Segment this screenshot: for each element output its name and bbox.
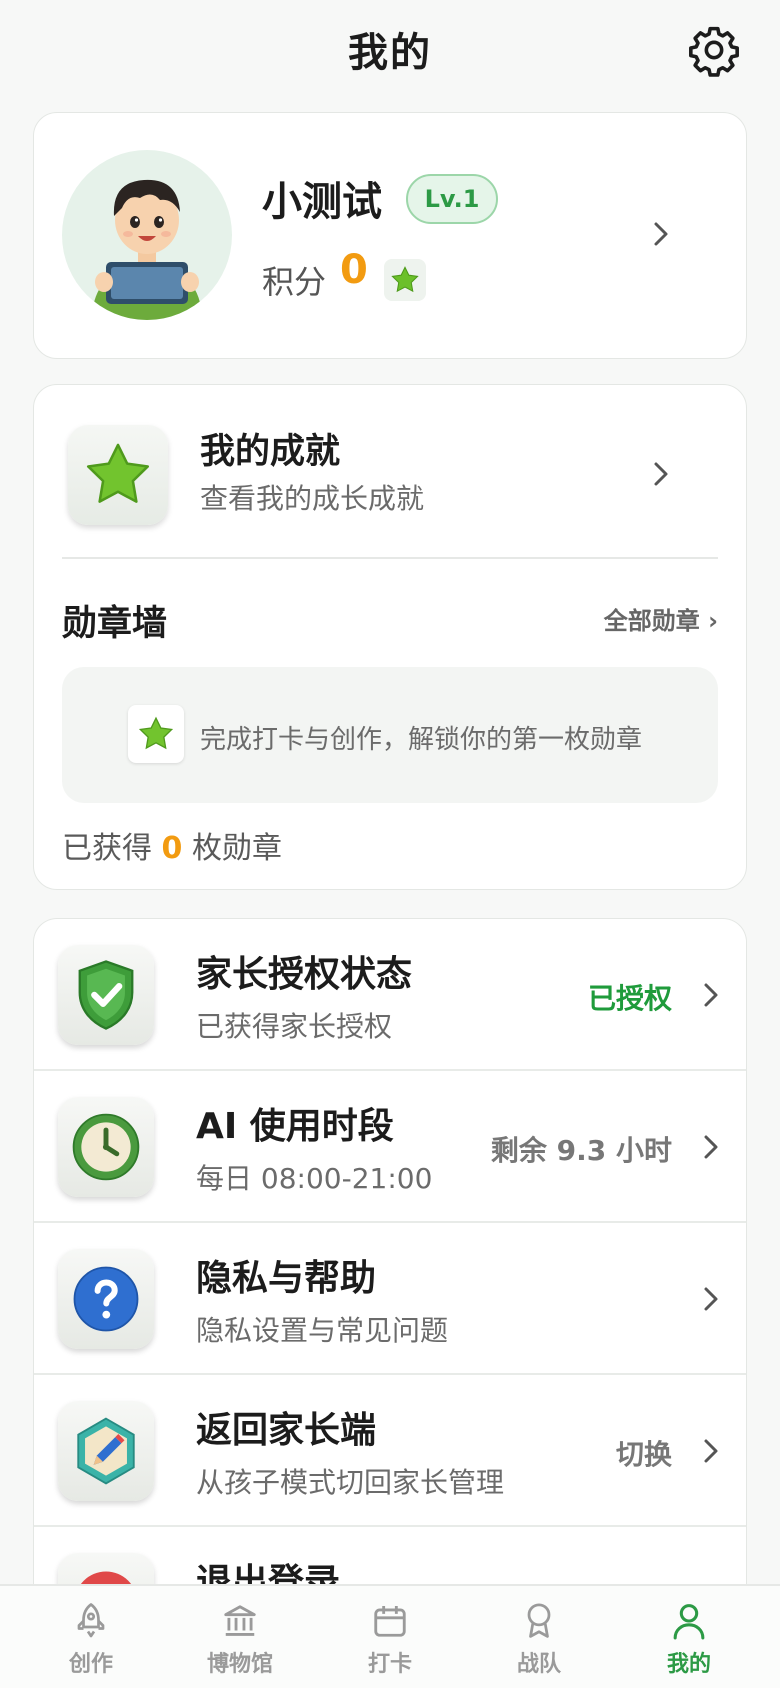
row-title: 家长授权状态 — [196, 954, 413, 995]
row-subtitle: 每日 08:00-21:00 — [196, 1162, 433, 1195]
row-title: AI 使用时段 — [196, 1106, 394, 1147]
earned-suffix: 枚勋章 — [191, 831, 282, 866]
tab-label: 博物馆 — [206, 1652, 273, 1677]
row-title: 返回家长端 — [196, 1410, 377, 1451]
star-icon — [68, 425, 168, 525]
list-item-ai-time[interactable]: AI 使用时段 每日 08:00-21:00 剩余 9.3 小时 — [34, 1071, 746, 1223]
all-badges-link[interactable]: 全部勋章 › — [604, 601, 718, 636]
points-value: 0 — [340, 247, 368, 293]
page-title: 我的 — [348, 30, 432, 76]
status-badge: 切换 — [615, 1438, 672, 1471]
achievements-subtitle: 查看我的成长成就 — [200, 482, 425, 515]
person-icon — [629, 1598, 749, 1644]
tab-label: 战队 — [516, 1652, 561, 1677]
tab-team[interactable]: 战队 — [479, 1598, 599, 1678]
tab-label: 打卡 — [367, 1652, 412, 1677]
list-item-back-to-parent[interactable]: 返回家长端 从孩子模式切回家长管理 切换 — [34, 1375, 746, 1527]
badge-wall-title: 勋章墙 — [62, 604, 168, 644]
level-badge: Lv.1 — [406, 174, 498, 224]
list-item-privacy-help[interactable]: 隐私与帮助 隐私设置与常见问题 — [34, 1223, 746, 1375]
achievements-card: 我的成就 查看我的成长成就 勋章墙 全部勋章 › 完成打卡与创作，解锁你的第一枚… — [33, 384, 747, 890]
rocket-icon — [31, 1598, 151, 1644]
list-item-parent-auth[interactable]: 家长授权状态 已获得家长授权 已授权 — [34, 919, 746, 1071]
chevron-right-icon — [700, 1132, 722, 1162]
earned-prefix: 已获得 — [62, 831, 152, 866]
question-icon — [58, 1249, 154, 1349]
star-icon — [128, 705, 184, 763]
tab-label: 我的 — [666, 1652, 711, 1677]
profile-card[interactable]: 小测试 Lv.1 积分 0 — [33, 112, 747, 359]
star-icon — [384, 259, 426, 301]
chevron-right-icon — [650, 219, 672, 249]
status-badge: 已授权 — [587, 982, 672, 1015]
bottom-tab-bar: 创作 博物馆 打卡 战队 我的 — [0, 1584, 780, 1688]
earned-badges-count: 已获得 0 枚勋章 — [62, 823, 282, 867]
row-title: 隐私与帮助 — [196, 1258, 377, 1299]
points-label: 积分 — [262, 263, 327, 301]
settings-button[interactable] — [683, 19, 745, 81]
divider — [62, 557, 718, 559]
badge-empty-text: 完成打卡与创作，解锁你的第一枚勋章 — [200, 725, 643, 755]
medal-icon — [479, 1598, 599, 1644]
page-header: 我的 — [0, 0, 780, 104]
tab-label: 创作 — [68, 1652, 113, 1677]
status-badge: 剩余 9.3 小时 — [490, 1134, 672, 1167]
tab-mine[interactable]: 我的 — [629, 1598, 749, 1678]
row-subtitle: 隐私设置与常见问题 — [196, 1314, 449, 1347]
achievements-title[interactable]: 我的成就 — [200, 423, 340, 474]
chevron-right-icon — [700, 980, 722, 1010]
chevron-right-icon[interactable] — [650, 459, 672, 489]
tab-checkin[interactable]: 打卡 — [330, 1598, 450, 1678]
chevron-right-icon — [700, 1284, 722, 1314]
shield-check-icon — [58, 945, 154, 1045]
settings-list-card: 家长授权状态 已获得家长授权 已授权 AI 使用时段 每日 08:00-21:0… — [33, 918, 747, 1618]
row-subtitle: 从孩子模式切回家长管理 — [196, 1466, 505, 1499]
chevron-right-icon — [700, 1436, 722, 1466]
calendar-icon — [330, 1598, 450, 1644]
row-subtitle: 已获得家长授权 — [196, 1010, 393, 1043]
username: 小测试 — [262, 179, 382, 225]
tab-create[interactable]: 创作 — [31, 1598, 151, 1678]
badge-empty-state: 完成打卡与创作，解锁你的第一枚勋章 — [62, 667, 718, 803]
clock-icon — [58, 1097, 154, 1197]
earned-count: 0 — [161, 831, 183, 866]
pencil-icon — [58, 1401, 154, 1501]
tab-museum[interactable]: 博物馆 — [180, 1598, 300, 1678]
gear-icon — [689, 26, 739, 77]
avatar — [62, 150, 232, 320]
museum-icon — [180, 1598, 300, 1644]
